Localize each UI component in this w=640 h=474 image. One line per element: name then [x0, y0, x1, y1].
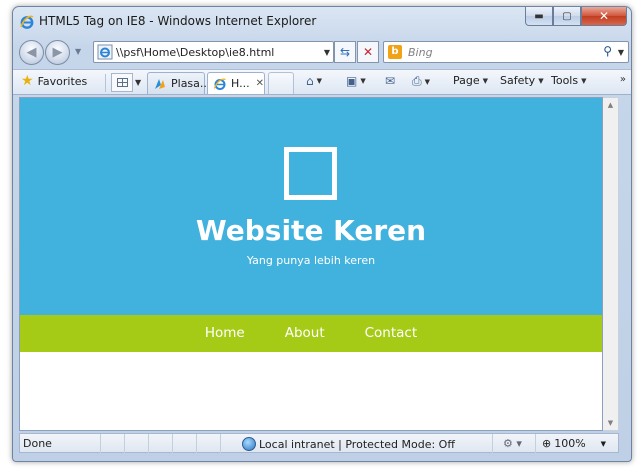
print-button[interactable]: ⎙ ▼ [412, 74, 430, 89]
favorites-button[interactable]: ★ Favorites [21, 74, 87, 88]
page-icon [97, 44, 113, 60]
address-input[interactable]: \\psf\Home\Desktop\ie8.html [116, 46, 274, 59]
status-text: Done [23, 437, 52, 450]
divider [100, 434, 101, 453]
site-favicon-icon [155, 78, 165, 89]
zoom-control[interactable]: ⊕ 100% ▼ [542, 437, 606, 450]
print-dropdown-icon[interactable]: ▼ [425, 78, 430, 86]
back-button[interactable]: ◀ [19, 40, 44, 65]
site-header: Website Keren Yang punya lebih keren [20, 98, 602, 315]
divider [220, 434, 221, 453]
search-box[interactable]: b Bing ⚲ ▼ [383, 41, 629, 63]
tab-label: Plasa... [171, 77, 211, 90]
zone-label: Local intranet | Protected Mode: Off [259, 437, 455, 451]
history-dropdown-icon[interactable]: ▼ [75, 47, 81, 56]
safety-menu-label: Safety [500, 74, 536, 87]
tab-label: H... [231, 77, 250, 90]
site-logo [284, 147, 337, 200]
window-controls: ▬ ▢ ✕ [525, 7, 627, 26]
favorites-bar: ★ Favorites ▼ Plasa... H... ✕ ⌂ ▼ ▣ ▼ ✉ … [13, 69, 631, 95]
close-icon: ✕ [598, 9, 610, 23]
ie-logo-icon [20, 15, 34, 29]
browser-window: HTML5 Tag on IE8 - Windows Internet Expl… [12, 6, 632, 462]
divider [172, 434, 173, 453]
quick-tabs-button[interactable] [111, 73, 133, 92]
safety-dropdown-icon: ▼ [538, 76, 544, 85]
page-dropdown-icon: ▼ [482, 76, 489, 85]
intranet-globe-icon [242, 437, 256, 451]
mail-icon: ✉ [385, 74, 396, 88]
tab-close-icon[interactable]: ✕ [256, 78, 264, 89]
printer-icon: ⎙ [412, 74, 422, 88]
back-arrow-icon: ◀ [26, 45, 37, 60]
feeds-button[interactable]: ▣ ▼ [346, 74, 366, 88]
maximize-button[interactable]: ▢ [553, 7, 581, 26]
site-title: Website Keren [195, 214, 427, 247]
address-bar[interactable]: \\psf\Home\Desktop\ie8.html ▼ [93, 41, 334, 63]
read-mail-button[interactable]: ✉ [385, 74, 395, 88]
minimize-icon: ▬ [534, 10, 544, 22]
forward-button[interactable]: ▶ [45, 40, 70, 65]
divider [124, 434, 125, 453]
tab-plasa[interactable]: Plasa... [147, 72, 210, 94]
zoom-level: 100% [554, 437, 586, 450]
tools-menu[interactable]: Tools ▼ [551, 74, 587, 87]
navigation-bar: ◀ ▶ ▼ \\psf\Home\Desktop\ie8.html ▼ ⇆ ✕ … [13, 37, 631, 69]
page-viewport: Website Keren Yang punya lebih keren Hom… [19, 97, 603, 431]
tab-html5[interactable]: H... ✕ [207, 72, 265, 94]
home-icon: ⌂ [306, 74, 314, 88]
scroll-down-icon[interactable]: ▼ [603, 416, 618, 430]
divider [535, 434, 536, 453]
bing-icon: b [388, 45, 402, 59]
favorites-label: Favorites [37, 74, 88, 88]
status-bar: Done Local intranet | Protected Mode: Of… [19, 433, 619, 453]
title-bar[interactable]: HTML5 Tag on IE8 - Windows Internet Expl… [13, 7, 631, 35]
nav-link-home[interactable]: Home [185, 315, 265, 352]
divider [196, 434, 197, 453]
tools-menu-label: Tools [551, 74, 579, 87]
rss-feed-icon: ▣ [346, 74, 358, 88]
refresh-icon: ⇆ [339, 45, 351, 59]
divider [148, 434, 149, 453]
ie-page-icon [213, 77, 226, 90]
page-menu-label: Page [453, 74, 480, 87]
scroll-up-icon[interactable]: ▲ [603, 98, 618, 112]
security-zone[interactable]: Local intranet | Protected Mode: Off [242, 437, 455, 451]
maximize-icon: ▢ [562, 10, 572, 22]
page-menu[interactable]: Page ▼ [453, 74, 488, 87]
quick-tabs-icon [116, 78, 128, 87]
zoom-icon: ⊕ [542, 437, 552, 450]
new-tab-button[interactable] [268, 72, 294, 94]
refresh-button[interactable]: ⇆ [334, 41, 356, 63]
search-input[interactable]: Bing [408, 46, 433, 59]
tab-list-dropdown-icon[interactable]: ▼ [135, 78, 141, 87]
forward-arrow-icon: ▶ [52, 45, 63, 60]
feeds-dropdown-icon[interactable]: ▼ [360, 77, 365, 85]
protected-mode-icon[interactable]: ⚙ ▾ [503, 437, 522, 450]
close-button[interactable]: ✕ [581, 7, 627, 26]
home-dropdown-icon[interactable]: ▼ [317, 77, 322, 85]
tools-dropdown-icon: ▼ [581, 76, 587, 85]
nav-link-contact[interactable]: Contact [345, 315, 438, 352]
window-title: HTML5 Tag on IE8 - Windows Internet Expl… [39, 14, 317, 28]
minimize-button[interactable]: ▬ [525, 7, 553, 26]
zoom-dropdown-icon[interactable]: ▼ [601, 440, 606, 448]
site-nav: Home About Contact [20, 315, 602, 352]
more-commands-icon[interactable]: » [620, 74, 626, 85]
site-subtitle: Yang punya lebih keren [246, 254, 376, 267]
stop-button[interactable]: ✕ [357, 41, 379, 63]
divider [105, 74, 106, 92]
home-button[interactable]: ⌂ ▼ [306, 74, 322, 88]
stop-icon: ✕ [362, 45, 374, 59]
nav-link-about[interactable]: About [265, 315, 345, 352]
search-options-icon[interactable]: ▼ [618, 48, 624, 57]
safety-menu[interactable]: Safety ▼ [500, 74, 544, 87]
star-icon: ★ [21, 73, 34, 89]
divider [492, 434, 493, 453]
address-dropdown-icon[interactable]: ▼ [324, 48, 330, 57]
search-icon[interactable]: ⚲ [603, 44, 612, 58]
vertical-scrollbar[interactable]: ▲ ▼ [603, 97, 619, 431]
